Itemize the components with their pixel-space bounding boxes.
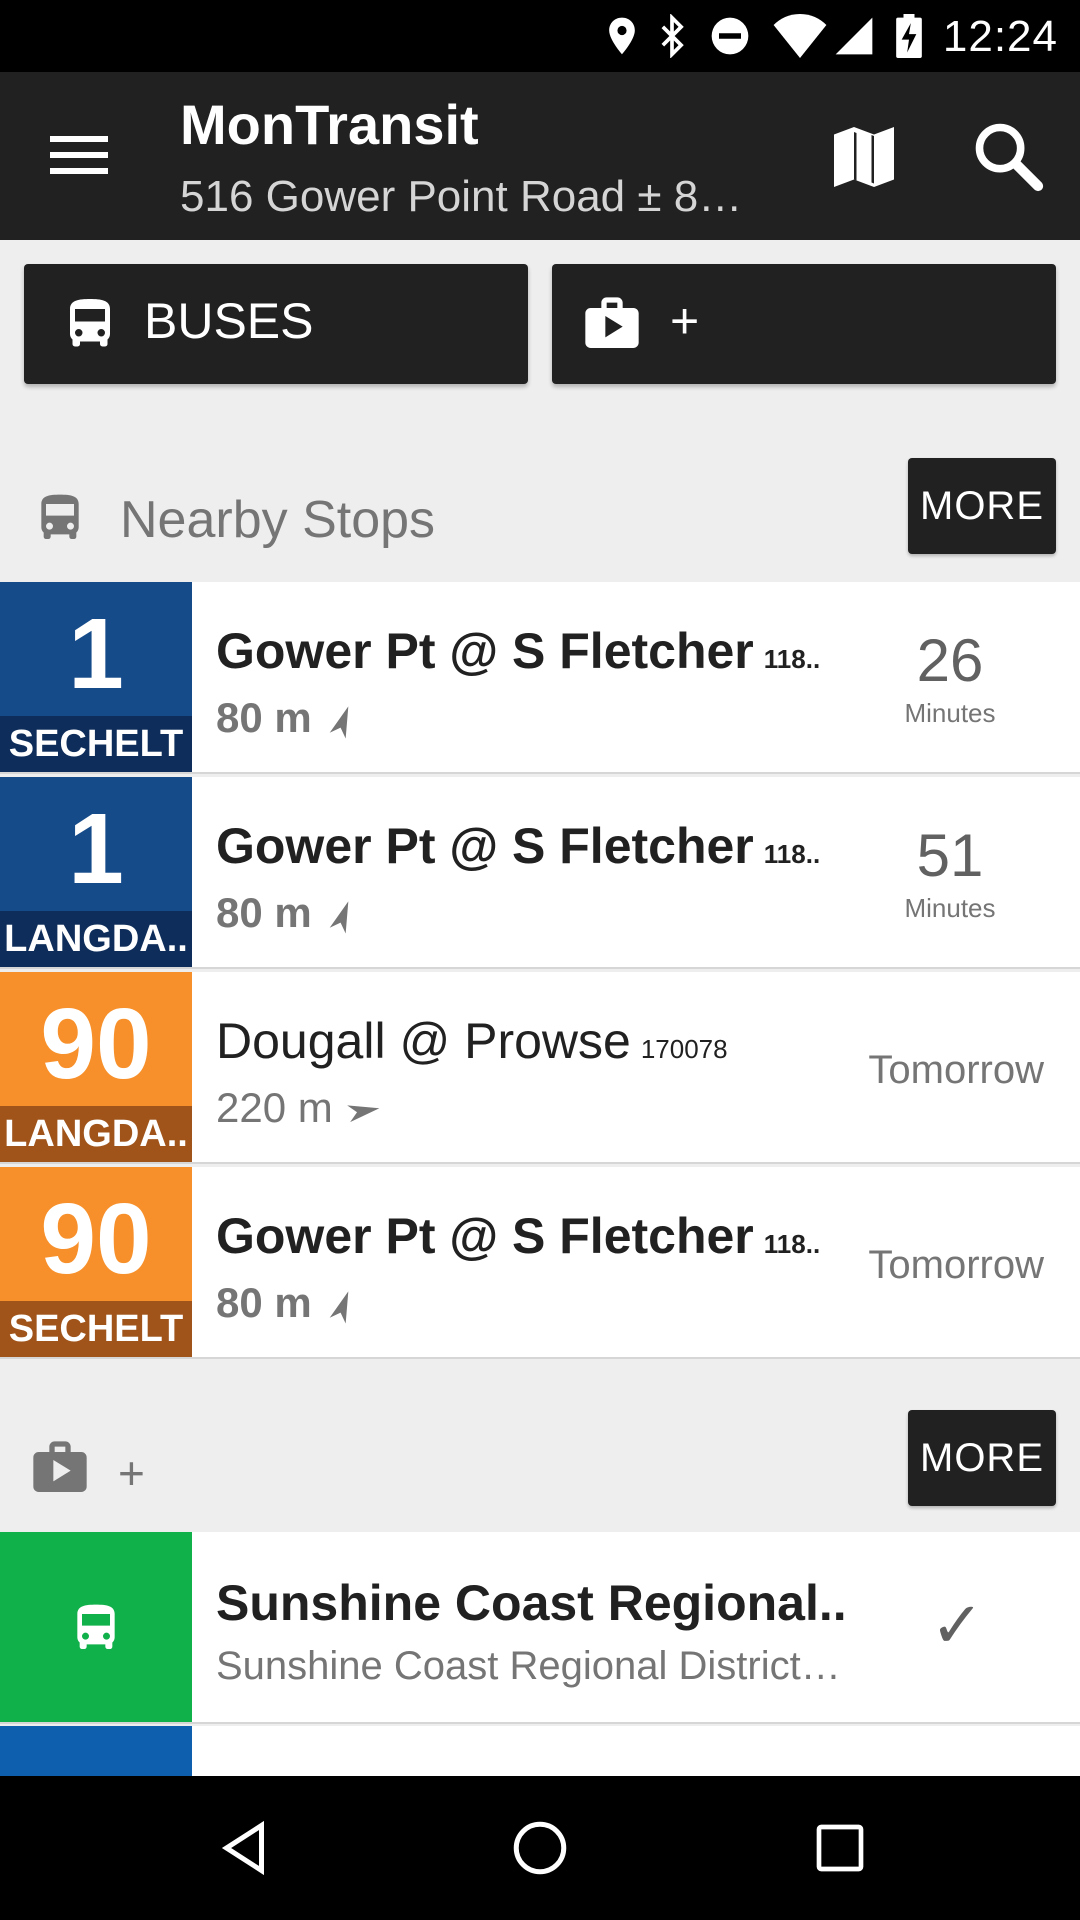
stop-name: Gower Pt @ S Fletcher 118.. <box>216 622 820 680</box>
agency-name: Sunshine Coast Regional.. <box>216 1575 847 1631</box>
route-direction: SECHELT <box>0 716 192 772</box>
cell-signal-icon <box>835 17 873 55</box>
stop-distance: 220 m <box>216 1084 381 1132</box>
stop-distance: 80 m <box>216 1279 360 1327</box>
menu-icon[interactable] <box>50 130 116 178</box>
store-section-title: + <box>118 1447 145 1499</box>
stop-name-text: Gower Pt @ S Fletcher <box>216 623 754 679</box>
route-badge: 1 LANGDA.. <box>0 777 192 967</box>
stop-name: Dougall @ Prowse 170078 <box>216 1012 728 1070</box>
stop-name: Gower Pt @ S Fletcher 118.. <box>216 817 820 875</box>
status-time: 12:24 <box>942 12 1058 61</box>
distance-text: 80 m <box>216 694 312 741</box>
play-store-icon <box>585 297 639 348</box>
route-number: 90 <box>40 988 152 1100</box>
bus-icon <box>70 299 110 347</box>
stop-row[interactable]: 90 LANGDA.. Dougall @ Prowse 170078 220 m Tom… <box>0 972 1080 1164</box>
stop-name-text: Dougall @ Prowse <box>216 1013 631 1069</box>
agency-color-block <box>0 1726 192 1776</box>
add-agency-label: + <box>670 293 700 349</box>
route-badge: 90 LANGDA.. <box>0 972 192 1162</box>
route-direction: SECHELT <box>0 1301 192 1357</box>
route-number: 90 <box>40 1183 152 1295</box>
arrival-unit: Minutes <box>904 893 996 923</box>
stop-distance: 80 m <box>216 694 360 742</box>
bus-icon <box>77 1604 115 1649</box>
agency-description: Sunshine Coast Regional District… <box>216 1644 841 1688</box>
arrival-time: Tomorrow <box>868 1243 1044 1287</box>
location-subtitle: 516 Gower Point Road ± 8… <box>180 172 743 221</box>
nearby-stops-title: Nearby Stops <box>120 491 436 549</box>
do-not-disturb-icon <box>711 17 749 55</box>
stop-name-text: Gower Pt @ S Fletcher <box>216 1208 754 1264</box>
battery-charging-icon <box>896 14 922 58</box>
home-icon[interactable] <box>510 1818 570 1878</box>
stop-distance: 80 m <box>216 889 360 937</box>
add-agency-button[interactable]: + <box>552 264 1056 384</box>
distance-text: 80 m <box>216 1279 312 1326</box>
arrival-unit: Minutes <box>904 698 996 728</box>
search-icon[interactable] <box>970 118 1046 194</box>
stop-code: 118.. <box>763 839 821 869</box>
route-direction: LANGDA.. <box>0 911 192 967</box>
agency-row[interactable]: Sunshine Coast Regional.. Sunshine Coast… <box>0 1532 1080 1724</box>
arrival-minutes: 51 <box>916 822 984 889</box>
route-badge: 1 SECHELT <box>0 582 192 772</box>
stop-code: 118.. <box>763 644 821 674</box>
stop-row[interactable]: 1 LANGDA.. Gower Pt @ S Fletcher 118.. 80 m 5… <box>0 777 1080 969</box>
arrival-minutes: 26 <box>916 627 984 694</box>
installed-check-icon: ✓ <box>930 1589 984 1661</box>
nearby-more-button[interactable]: MORE <box>908 458 1056 554</box>
status-bar: 12:24 <box>0 0 1080 72</box>
stop-row[interactable]: 1 SECHELT Gower Pt @ S Fletcher 118.. 80 m 26… <box>0 582 1080 774</box>
distance-text: 80 m <box>216 889 312 936</box>
buses-button-label: BUSES <box>144 293 314 349</box>
wifi-icon <box>773 14 827 58</box>
stop-row[interactable]: 90 SECHELT Gower Pt @ S Fletcher 118.. 80 m T… <box>0 1167 1080 1359</box>
play-store-icon <box>33 1441 87 1492</box>
route-number: 1 <box>68 793 124 905</box>
route-badge: 90 SECHELT <box>0 1167 192 1357</box>
stop-name: Gower Pt @ S Fletcher 118.. <box>216 1207 820 1265</box>
map-icon[interactable] <box>834 124 894 190</box>
bluetooth-icon <box>661 14 684 58</box>
direction-arrow-icon <box>329 901 349 934</box>
bus-icon <box>41 494 79 539</box>
stop-name-text: Gower Pt @ S Fletcher <box>216 818 754 874</box>
buses-button[interactable]: BUSES <box>24 264 528 384</box>
back-icon[interactable] <box>214 1818 274 1878</box>
arrival-time: Tomorrow <box>868 1048 1044 1092</box>
direction-arrow-icon <box>346 1105 380 1122</box>
navigation-bar <box>0 1776 1080 1920</box>
stop-code: 170078 <box>640 1034 728 1064</box>
stop-code: 118.. <box>763 1229 821 1259</box>
location-icon <box>609 17 635 55</box>
app-title: MonTransit <box>180 93 479 156</box>
recents-icon[interactable] <box>812 1820 868 1876</box>
store-more-button[interactable]: MORE <box>908 1410 1056 1506</box>
route-direction: LANGDA.. <box>0 1106 192 1162</box>
route-number: 1 <box>68 598 124 710</box>
direction-arrow-icon <box>329 706 349 739</box>
direction-arrow-icon <box>329 1291 349 1324</box>
agency-color-block <box>0 1532 192 1722</box>
distance-text: 220 m <box>216 1084 333 1131</box>
list-item-partial[interactable] <box>0 1726 1080 1776</box>
